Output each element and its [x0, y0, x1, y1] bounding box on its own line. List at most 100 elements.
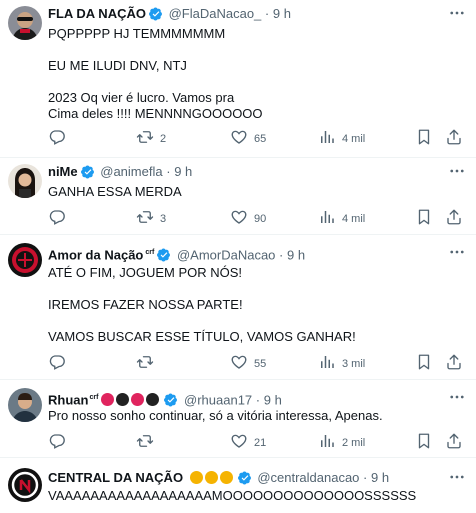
avatar[interactable] [8, 6, 42, 40]
like-button[interactable]: 21 [230, 432, 266, 450]
tweet-text-line: VAAAAAAAAAAAAAAAAAAMOOOOOOOOOOOOOOSSSSSS [48, 488, 417, 503]
verified-badge-icon [164, 393, 178, 407]
like-count: 55 [254, 358, 267, 370]
handle[interactable]: @rhuaan17 [184, 392, 252, 407]
handle[interactable]: @centraldanacao [257, 470, 359, 485]
tweet-text-line [48, 281, 468, 297]
views-button[interactable]: 2 mil [318, 432, 365, 450]
like-button[interactable]: 90 [230, 208, 266, 226]
verified-badge-icon [81, 165, 95, 179]
tweet-text: GANHA ESSA MERDA [48, 184, 468, 200]
bookmark-icon[interactable] [415, 208, 433, 226]
tweet-text-line [48, 313, 468, 329]
tweet-card[interactable]: Amor da Nação crf @AmorDaNacao · 9 h ATÉ … [0, 235, 476, 380]
separator-dot: · [166, 164, 171, 179]
tweet-actions: 21 2 mil [48, 432, 468, 450]
share-icon[interactable] [445, 208, 463, 226]
views-count: 4 mil [342, 213, 366, 225]
tweet-text: PQPPPPP HJ TEMMMMMMM EU ME ILUDI DNV, NT… [48, 26, 468, 122]
more-icon[interactable] [448, 468, 466, 486]
reply-button[interactable] [48, 353, 72, 371]
retweet-button[interactable] [136, 353, 160, 371]
sunglasses-emoji-icon [204, 471, 218, 484]
reply-icon [48, 128, 66, 146]
tweet-text-line: Pro nosso sonho continuar, só a vitória … [48, 408, 383, 423]
handle[interactable]: @FlaDaNacao_ [169, 6, 262, 21]
avatar[interactable] [8, 243, 42, 277]
timestamp[interactable]: 9 h [287, 247, 305, 262]
timestamp[interactable]: 9 h [174, 164, 192, 179]
tweet-card[interactable]: Rhuancrf @rhuaan17 · 9 h Pro nosso sonho… [0, 380, 476, 458]
black-circle-icon [116, 393, 130, 407]
views-count: 2 mil [342, 437, 366, 449]
views-icon [318, 128, 336, 146]
retweet-button[interactable] [136, 432, 160, 450]
avatar[interactable] [8, 388, 42, 422]
tweet-text: VAAAAAAAAAAAAAAAAAAMOOOOOOOOOOOOOOSSSSSS [48, 488, 468, 504]
share-icon[interactable] [445, 353, 463, 371]
tweet-text-line [48, 74, 468, 90]
tweet-card[interactable]: CENTRAL DA NAÇÃO @centraldanacao · 9 h V… [0, 458, 476, 513]
separator-dot: · [264, 6, 270, 21]
display-name[interactable]: FLA DA NAÇÃO [48, 6, 146, 21]
tweet-text-line: GANHA ESSA MERDA [48, 184, 182, 199]
reply-button[interactable] [48, 208, 72, 226]
verified-badge-icon [238, 471, 252, 485]
like-icon [230, 128, 248, 146]
reply-icon [48, 353, 66, 371]
tweet-card[interactable]: niMe @animefla · 9 h GANHA ESSA MERDA 3 … [0, 158, 476, 235]
avatar[interactable] [8, 164, 42, 198]
reply-button[interactable] [48, 432, 72, 450]
tweet-card[interactable]: FLA DA NAÇÃO @FlaDaNacao_ · 9 h PQPPPPP … [0, 0, 476, 158]
verified-badge-icon [157, 248, 171, 262]
retweet-icon [136, 128, 154, 146]
tweet-text-line [48, 42, 468, 58]
more-icon[interactable] [448, 243, 466, 261]
more-icon[interactable] [448, 162, 466, 180]
timestamp[interactable]: 9 h [273, 6, 291, 21]
retweet-icon [136, 432, 154, 450]
like-button[interactable]: 55 [230, 353, 266, 371]
retweet-button[interactable]: 3 [136, 208, 166, 226]
tweet-actions: 55 3 mil [48, 353, 468, 371]
tweet-text: ATÉ O FIM, JOGUEM POR NÓS! IREMOS FAZER … [48, 265, 468, 345]
like-icon [230, 432, 248, 450]
share-icon[interactable] [445, 128, 463, 146]
handle[interactable]: @AmorDaNacao [177, 247, 275, 262]
tweet-actions: 3 90 4 mil [48, 208, 468, 226]
display-name[interactable]: CENTRAL DA NAÇÃO [48, 470, 183, 485]
timestamp[interactable]: 9 h [371, 470, 389, 485]
bookmark-icon[interactable] [415, 353, 433, 371]
views-button[interactable]: 4 mil [318, 208, 365, 226]
tweet-text-line: IREMOS FAZER NOSSA PARTE! [48, 297, 243, 312]
reply-icon [48, 432, 66, 450]
views-count: 3 mil [342, 358, 366, 370]
views-button[interactable]: 4 mil [318, 128, 365, 146]
avatar[interactable] [8, 468, 42, 502]
share-icon[interactable] [445, 432, 463, 450]
reply-button[interactable] [48, 128, 72, 146]
display-name[interactable]: Amor da Nação [48, 247, 143, 262]
timestamp[interactable]: 9 h [264, 392, 282, 407]
tweet-actions: 2 65 4 mil [48, 128, 468, 146]
views-count: 4 mil [342, 133, 366, 145]
more-icon[interactable] [448, 388, 466, 406]
views-icon [318, 353, 336, 371]
separator-dot: · [279, 247, 284, 263]
like-button[interactable]: 65 [230, 128, 266, 146]
tweet-text: Pro nosso sonho continuar, só a vitória … [48, 408, 468, 424]
retweet-count: 2 [160, 133, 167, 145]
name-suffix: crf [145, 249, 155, 256]
retweet-button[interactable]: 2 [136, 128, 166, 146]
display-name[interactable]: Rhuan [48, 392, 88, 407]
handle[interactable]: @animefla [100, 164, 162, 179]
separator-dot: · [255, 392, 261, 408]
bookmark-icon[interactable] [415, 128, 433, 146]
black-circle-icon [146, 393, 160, 407]
display-name[interactable]: niMe [48, 164, 78, 179]
views-button[interactable]: 3 mil [318, 353, 365, 371]
bookmark-icon[interactable] [415, 432, 433, 450]
more-icon[interactable] [448, 4, 466, 22]
views-icon [318, 432, 336, 450]
like-count: 65 [254, 133, 267, 145]
